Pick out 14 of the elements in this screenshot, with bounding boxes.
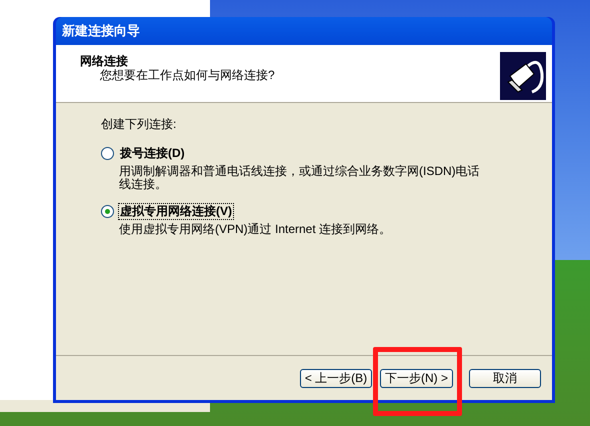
network-cable-icon	[500, 52, 546, 100]
cancel-button[interactable]: 取消	[469, 368, 541, 388]
header-subtitle: 您想要在工作点如何与网络连接?	[100, 68, 275, 82]
option-description: 用调制解调器和普通电话线连接，或通过综合业务数字网(ISDN)电话线连接。	[119, 165, 481, 191]
window-title: 新建连接向导	[62, 22, 140, 40]
option-label[interactable]: 虚拟专用网络连接(V)	[118, 203, 234, 220]
option-label[interactable]: 拨号连接(D)	[118, 145, 187, 162]
prompt-text: 创建下列连接:	[101, 116, 178, 133]
next-button[interactable]: 下一步(N) >	[380, 368, 453, 388]
back-button[interactable]: < 上一步(B)	[300, 368, 372, 388]
header-title: 网络连接	[80, 54, 129, 68]
radio-button[interactable]	[101, 205, 114, 218]
radio-button[interactable]	[101, 147, 114, 160]
option-description: 使用虚拟专用网络(VPN)通过 Internet 连接到网络。	[119, 223, 392, 236]
